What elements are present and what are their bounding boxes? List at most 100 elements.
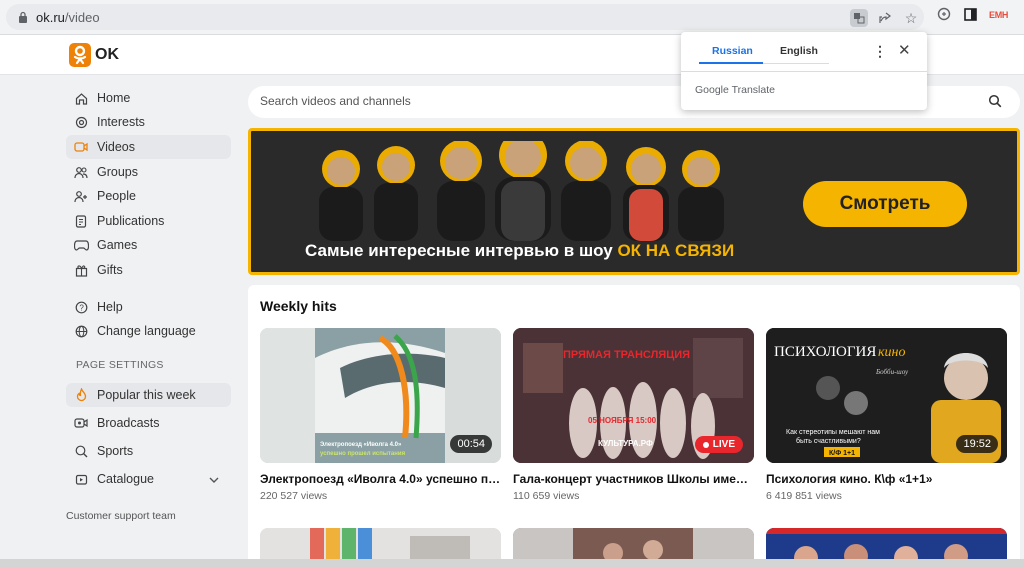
people-icon bbox=[73, 188, 89, 204]
globe-icon bbox=[73, 323, 89, 339]
section-title: Weekly hits bbox=[260, 298, 337, 314]
tab-russian[interactable]: Russian bbox=[712, 45, 753, 57]
video-icon bbox=[73, 139, 89, 155]
svg-text:успешно прошел испытания: успешно прошел испытания bbox=[320, 451, 406, 457]
extension-icon[interactable] bbox=[935, 5, 953, 23]
video-title[interactable]: Электропоезд «Иволга 4.0» успешно пр... bbox=[260, 472, 501, 486]
divider bbox=[681, 71, 927, 72]
side-panel-icon[interactable] bbox=[961, 5, 979, 23]
svg-text:КУЛЬТУРА.РФ: КУЛЬТУРА.РФ bbox=[598, 439, 653, 448]
svg-text:Как стереотипы мешают нам: Как стереотипы мешают нам bbox=[786, 429, 880, 436]
sidebar-item-label: Groups bbox=[97, 165, 138, 179]
svg-text:быть счастливыми?: быть счастливыми? bbox=[796, 437, 861, 445]
brand-google: Google bbox=[695, 84, 729, 96]
sidebar-item-label: Publications bbox=[97, 214, 165, 228]
sidebar-item-label: Help bbox=[97, 300, 123, 314]
video-thumbnail[interactable]: ПСИХОЛОГИЯ кино Бобби-шоу Как стереотипы… bbox=[766, 328, 1007, 463]
ok-logo-icon[interactable] bbox=[69, 43, 91, 67]
url-host: ok.ru bbox=[36, 10, 65, 25]
sidebar-item-label: Home bbox=[97, 91, 131, 105]
sidebar-item-publications[interactable]: Publications bbox=[66, 209, 231, 233]
browser-toolbar: ok.ru/video ☆ EMH bbox=[0, 0, 1024, 35]
catalogue-icon bbox=[73, 471, 89, 487]
video-title[interactable]: Психология кино. К\ф «1+1» bbox=[766, 472, 1007, 486]
sidebar-item-change-language[interactable]: Change language bbox=[66, 319, 231, 343]
gamepad-icon bbox=[73, 237, 89, 253]
search-icon[interactable] bbox=[988, 94, 1002, 108]
share-icon[interactable] bbox=[876, 9, 894, 27]
customer-support-link[interactable]: Customer support team bbox=[66, 510, 176, 522]
banner-text-main: Самые интересные интервью в шоу bbox=[305, 241, 618, 260]
translate-page-icon[interactable] bbox=[850, 9, 868, 27]
address-bar[interactable]: ok.ru/video ☆ bbox=[6, 4, 924, 30]
video-card[interactable]: ПСИХОЛОГИЯ кино Бобби-шоу Как стереотипы… bbox=[766, 328, 1007, 502]
banner-headline: Самые интересные интервью в шоу ОК НА СВ… bbox=[305, 241, 734, 261]
sidebar-item-gifts[interactable]: Gifts bbox=[66, 258, 231, 282]
svg-text:?: ? bbox=[79, 303, 84, 312]
google-translate-popup: Russian English ⋮ ✕ Google Translate bbox=[681, 32, 927, 110]
sidebar-item-home[interactable]: Home bbox=[66, 86, 231, 110]
sidebar-item-label: Games bbox=[97, 238, 138, 252]
video-title[interactable]: Гала-концерт участников Школы имени... bbox=[513, 472, 754, 486]
sidebar-item-videos[interactable]: Videos bbox=[66, 135, 231, 159]
interests-icon bbox=[73, 114, 89, 130]
broadcast-icon bbox=[73, 415, 89, 431]
sidebar-item-games[interactable]: Games bbox=[66, 233, 231, 257]
video-card[interactable]: Электропоезд «Иволга 4.0» успешно прошел… bbox=[260, 328, 501, 502]
page-settings-label: PAGE SETTINGS bbox=[76, 359, 164, 371]
url-text[interactable]: ok.ru/video bbox=[36, 10, 100, 25]
sidebar-item-catalogue[interactable]: Catalogue bbox=[66, 467, 231, 491]
brand-translate: Translate bbox=[728, 84, 775, 96]
active-tab-indicator bbox=[699, 62, 763, 64]
gift-icon bbox=[73, 262, 89, 278]
sidebar-item-sports[interactable]: Sports bbox=[66, 439, 231, 463]
horizontal-scrollbar[interactable] bbox=[0, 559, 1024, 567]
svg-text:05 НОЯБРЯ 15:00: 05 НОЯБРЯ 15:00 bbox=[588, 416, 657, 425]
chevron-down-icon[interactable] bbox=[209, 472, 219, 486]
live-badge: LIVE bbox=[694, 436, 743, 453]
sidebar-item-popular-this-week[interactable]: Popular this week bbox=[66, 383, 231, 407]
sidebar-item-label: Change language bbox=[97, 324, 196, 338]
sidebar-item-groups[interactable]: Groups bbox=[66, 160, 231, 184]
sidebar-item-people[interactable]: People bbox=[66, 184, 231, 208]
video-card[interactable]: ПРЯМАЯ ТРАНСЛЯЦИЯ 05 НОЯБРЯ 15:00 КУЛЬТУ… bbox=[513, 328, 754, 502]
google-translate-brand: Google Translate bbox=[695, 84, 775, 96]
svg-text:Бобби-шоу: Бобби-шоу bbox=[875, 368, 909, 376]
home-icon bbox=[73, 90, 89, 106]
help-icon: ? bbox=[73, 299, 89, 315]
bookmark-star-icon[interactable]: ☆ bbox=[902, 9, 920, 27]
sidebar-item-label: Interests bbox=[97, 115, 145, 129]
close-icon[interactable]: ✕ bbox=[898, 41, 911, 59]
weekly-hits-section: Weekly hits Электропоезд «Иволга 4.0» ус… bbox=[248, 285, 1020, 567]
video-duration: 00:54 bbox=[450, 435, 492, 453]
sports-icon bbox=[73, 443, 89, 459]
video-thumbnail[interactable]: Электропоезд «Иволга 4.0» успешно прошел… bbox=[260, 328, 501, 463]
video-views: 6 419 851 views bbox=[766, 490, 842, 502]
svg-text:кино: кино bbox=[878, 345, 906, 360]
svg-text:К/Ф 1+1: К/Ф 1+1 bbox=[829, 450, 855, 457]
watch-button[interactable]: Смотреть bbox=[803, 181, 967, 227]
tab-english[interactable]: English bbox=[780, 45, 818, 57]
sidebar-item-label: Videos bbox=[97, 140, 135, 154]
sidebar-item-label: Catalogue bbox=[97, 472, 154, 486]
site-logo-text[interactable]: OK bbox=[95, 46, 119, 64]
fire-icon bbox=[73, 387, 89, 403]
emh-extension-icon[interactable]: EMH bbox=[989, 10, 1008, 20]
svg-text:Электропоезд «Иволга 4.0»: Электропоезд «Иволга 4.0» bbox=[320, 442, 402, 448]
video-views: 110 659 views bbox=[513, 490, 580, 502]
url-path: /video bbox=[64, 10, 100, 25]
video-duration: 19:52 bbox=[956, 435, 998, 453]
promo-banner[interactable]: Самые интересные интервью в шоу ОК НА СВ… bbox=[248, 128, 1020, 275]
more-options-icon[interactable]: ⋮ bbox=[873, 43, 887, 60]
sidebar-item-help[interactable]: ? Help bbox=[66, 295, 231, 319]
sidebar-item-label: Gifts bbox=[97, 263, 123, 277]
svg-text:ПРЯМАЯ ТРАНСЛЯЦИЯ: ПРЯМАЯ ТРАНСЛЯЦИЯ bbox=[563, 349, 690, 361]
video-views: 220 527 views bbox=[260, 490, 328, 502]
groups-icon bbox=[73, 164, 89, 180]
sidebar-item-interests[interactable]: Interests bbox=[66, 110, 231, 134]
lock-icon bbox=[19, 11, 27, 23]
sidebar-item-broadcasts[interactable]: Broadcasts bbox=[66, 411, 231, 435]
publications-icon bbox=[73, 213, 89, 229]
sidebar-item-label: Broadcasts bbox=[97, 416, 160, 430]
video-thumbnail[interactable]: ПРЯМАЯ ТРАНСЛЯЦИЯ 05 НОЯБРЯ 15:00 КУЛЬТУ… bbox=[513, 328, 754, 463]
